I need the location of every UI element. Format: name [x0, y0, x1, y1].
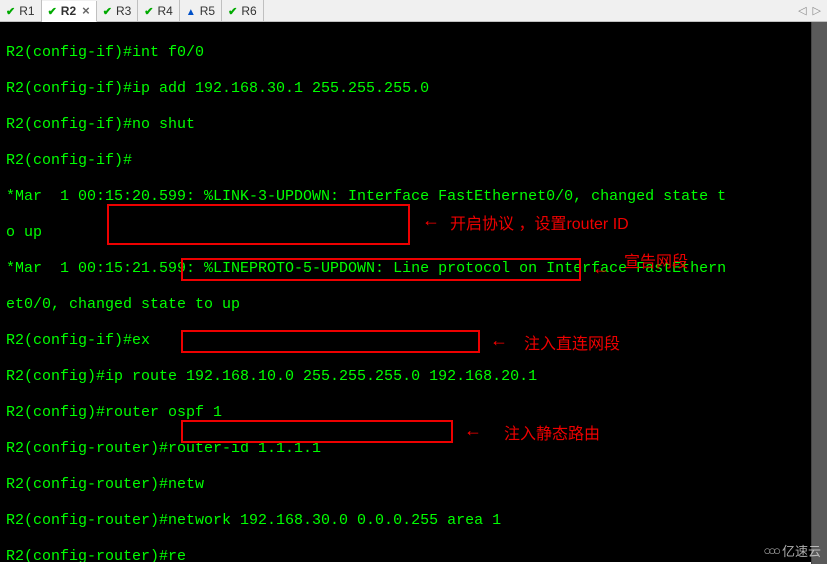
tab-nav-left-icon[interactable]: ◁: [798, 4, 806, 17]
terminal-line: R2(config-if)#no shut: [6, 116, 821, 134]
terminal-scrollbar[interactable]: [811, 22, 827, 564]
tab-r5[interactable]: R5: [180, 0, 222, 21]
check-icon: [48, 4, 59, 18]
terminal-line: R2(config-router)#router-id 1.1.1.1: [6, 440, 821, 458]
tab-label: R2: [61, 4, 76, 18]
terminal-line: R2(config-if)#ex: [6, 332, 821, 350]
check-icon: [144, 4, 155, 18]
tab-r6[interactable]: R6: [222, 0, 264, 21]
tab-r3[interactable]: R3: [97, 0, 139, 21]
terminal-line: R2(config-if)#int f0/0: [6, 44, 821, 62]
close-icon[interactable]: ×: [82, 3, 90, 18]
tab-label: R5: [200, 4, 215, 18]
terminal-line: R2(config-if)#: [6, 152, 821, 170]
watermark: 亿速云: [763, 541, 821, 560]
terminal-line: *Mar 1 00:15:21.599: %LINEPROTO-5-UPDOWN…: [6, 260, 821, 278]
check-icon: [228, 4, 239, 18]
terminal-line: et0/0, changed state to up: [6, 296, 821, 314]
watermark-logo-icon: [763, 543, 778, 558]
terminal-line: *Mar 1 00:15:20.599: %LINK-3-UPDOWN: Int…: [6, 188, 821, 206]
terminal-line: R2(config-router)#netw: [6, 476, 821, 494]
tab-label: R6: [241, 4, 256, 18]
warning-icon: [186, 4, 198, 18]
terminal-line: o up: [6, 224, 821, 242]
tab-r2[interactable]: R2 ×: [42, 1, 97, 22]
tab-r1[interactable]: R1: [0, 0, 42, 21]
terminal-line: R2(config)#ip route 192.168.10.0 255.255…: [6, 368, 821, 386]
terminal-line: R2(config-if)#ip add 192.168.30.1 255.25…: [6, 80, 821, 98]
terminal-line: R2(config-router)#re: [6, 548, 821, 562]
check-icon: [103, 4, 114, 18]
tab-label: R3: [116, 4, 131, 18]
terminal-line: R2(config)#router ospf 1: [6, 404, 821, 422]
tab-nav-arrows: ◁ ▷: [798, 4, 827, 17]
scrollbar-thumb[interactable]: [812, 22, 827, 564]
tab-label: R1: [19, 4, 34, 18]
watermark-text: 亿速云: [782, 541, 821, 560]
tab-r4[interactable]: R4: [138, 0, 180, 21]
tab-label: R4: [158, 4, 173, 18]
tab-nav-right-icon[interactable]: ▷: [813, 4, 821, 17]
tab-bar: R1 R2 × R3 R4 R5 R6 ◁ ▷: [0, 0, 827, 22]
terminal-line: R2(config-router)#network 192.168.30.0 0…: [6, 512, 821, 530]
check-icon: [6, 4, 17, 18]
terminal-output[interactable]: R2(config-if)#int f0/0 R2(config-if)#ip …: [0, 22, 827, 562]
